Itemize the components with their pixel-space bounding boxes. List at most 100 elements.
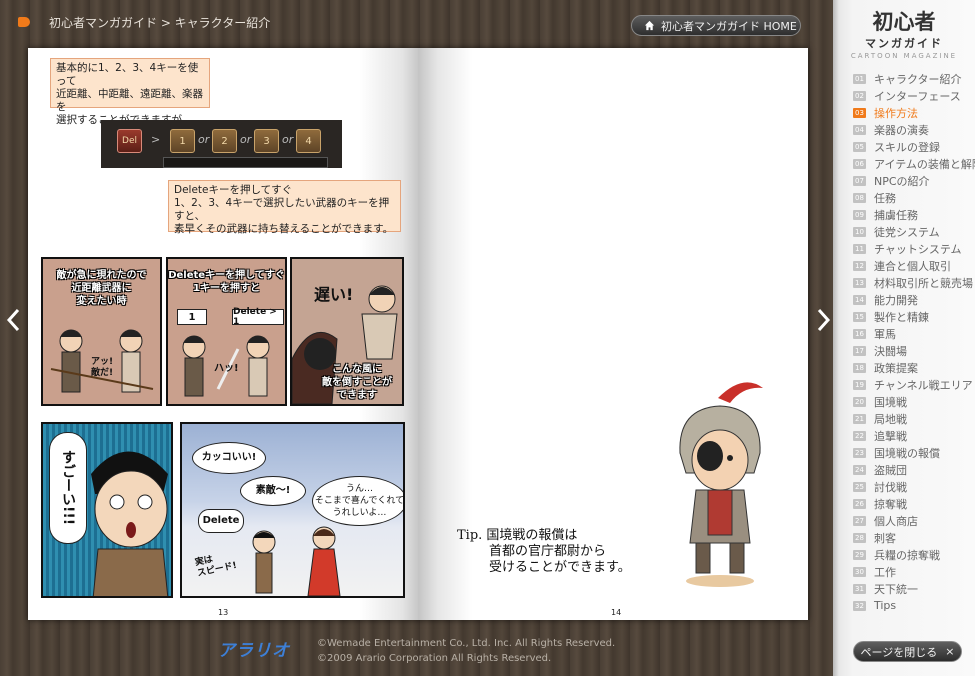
sidebar-item[interactable]: 21 局地戦	[853, 410, 975, 427]
arario-logo: アラリオ	[218, 641, 290, 661]
sidebar-item[interactable]: 01 キャラクター紹介	[853, 70, 975, 87]
copyright-line: ©2009 Arario Corporation All Rights Rese…	[317, 653, 552, 664]
sidebar-item[interactable]: 32 Tips	[853, 597, 975, 614]
page-number: 14	[611, 608, 622, 617]
chapter-number-badge: 16	[853, 328, 866, 339]
sidebar-item[interactable]: 16 軍馬	[853, 325, 975, 342]
sidebar-item[interactable]: 13 材料取引所と競売場	[853, 274, 975, 291]
sidebar-item[interactable]: 24 盗賊団	[853, 461, 975, 478]
chapter-number-badge: 22	[853, 430, 866, 441]
sidebar-item[interactable]: 03 操作方法	[853, 104, 975, 121]
sidebar-item-label: 個人商店	[874, 514, 918, 528]
chapter-number-badge: 23	[853, 447, 866, 458]
comic-panel-1: 敵が急に現れたので 近距離武器に 変えたい時 アッ! 敵だ!	[41, 257, 162, 406]
sidebar-item[interactable]: 10 徒党システム	[853, 223, 975, 240]
sidebar-item-label: 刺客	[874, 531, 896, 545]
sidebar-item-label: 兵糧の掠奪戦	[874, 548, 940, 562]
sidebar-item-label: 徒党システム	[874, 225, 940, 239]
left-page: 基本的に1、2、3、4キーを使って 近距離、中距離、遠距離、楽器を 選択すること…	[28, 48, 418, 620]
sidebar-item[interactable]: 28 刺客	[853, 529, 975, 546]
chapter-number-badge: 07	[853, 175, 866, 186]
chapter-number-badge: 12	[853, 260, 866, 271]
home-button-label: 初心者マンガガイド HOME	[661, 19, 797, 33]
prev-page-button[interactable]	[3, 305, 23, 335]
close-page-button-label: ページを閉じる	[860, 645, 938, 659]
chapter-number-badge: 25	[853, 481, 866, 492]
sidebar-item[interactable]: 29 兵糧の掠奪戦	[853, 546, 975, 563]
sidebar-item[interactable]: 26 掠奪戦	[853, 495, 975, 512]
close-page-button[interactable]: ページを閉じる ×	[853, 641, 962, 662]
sidebar-item[interactable]: 27 個人商店	[853, 512, 975, 529]
key-tag: Delete > 1	[232, 307, 284, 327]
sidebar-item-label: 工作	[874, 565, 896, 579]
comic-panel-4: すごーい!!!	[41, 422, 173, 598]
home-button[interactable]: 初心者マンガガイド HOME	[631, 15, 801, 36]
chapter-number-badge: 14	[853, 294, 866, 305]
chapter-number-badge: 19	[853, 379, 866, 390]
tip-line: Tip. 国境戦の報償は	[457, 528, 578, 543]
sidebar-item-label: 捕虜任務	[874, 208, 918, 222]
sidebar-item[interactable]: 11 チャットシステム	[853, 240, 975, 257]
key-1: 1	[170, 129, 195, 153]
next-page-button[interactable]	[814, 305, 834, 335]
chapter-number-badge: 10	[853, 226, 866, 237]
sound-effect: ハッ!	[214, 363, 239, 374]
speech-bubble: カッコいい!	[192, 442, 266, 474]
chapter-number-badge: 27	[853, 515, 866, 526]
sidebar-item-label: 国境戦の報償	[874, 446, 940, 460]
chapter-number-badge: 18	[853, 362, 866, 373]
panel-caption: 敵が急に現れたので 近距離武器に 変えたい時	[43, 269, 160, 308]
chapter-number-badge: 01	[853, 73, 866, 84]
sidebar-item[interactable]: 08 任務	[853, 189, 975, 206]
comic-panel-3: 遅い! こんな風に 敵を倒すことが できます	[290, 257, 404, 406]
caption-line: Deleteキーを押してすぐ	[168, 270, 285, 281]
note-line: 1、2、3、4キーで選択したい武器のキーを押すと、	[174, 197, 390, 222]
key-or: or	[198, 133, 210, 146]
key-separator: >	[151, 133, 161, 146]
comic-panel-2: Deleteキーを押してすぐ 1キーを押すと 1 Delete > 1 ハッ!	[166, 257, 287, 406]
key-del: Del	[117, 129, 142, 153]
key-2: 2	[212, 129, 237, 153]
sidebar-item-label: インターフェース	[874, 89, 961, 103]
chapter-number-badge: 31	[853, 583, 866, 594]
chapter-number-badge: 15	[853, 311, 866, 322]
sidebar-item[interactable]: 12 連合と個人取引	[853, 257, 975, 274]
comic-panel-5: カッコいい! 素敵〜! Delete うん… そこまで喜んでくれて うれしいよ……	[180, 422, 405, 598]
sidebar-item[interactable]: 09 捕虜任務	[853, 206, 975, 223]
sidebar-item[interactable]: 23 国境戦の報償	[853, 444, 975, 461]
note-line: 近距離、中距離、遠距離、楽器を	[56, 88, 203, 113]
table-of-contents-sidebar: 初心者 マンガガイド CARTOON MAGAZINE 01 キャラクター紹介 02…	[833, 0, 975, 676]
sidebar-item[interactable]: 31 天下統一	[853, 580, 975, 597]
sidebar-item[interactable]: 19 チャンネル戦エリア	[853, 376, 975, 393]
sidebar-item[interactable]: 05 スキルの登録	[853, 138, 975, 155]
sidebar-item[interactable]: 25 討伐戦	[853, 478, 975, 495]
sidebar-item[interactable]: 15 製作と精錬	[853, 308, 975, 325]
key-or: or	[282, 133, 294, 146]
skill-bar	[163, 157, 328, 168]
sidebar-item[interactable]: 07 NPCの紹介	[853, 172, 975, 189]
sidebar-item[interactable]: 17 決闘場	[853, 342, 975, 359]
note-line: 基本的に1、2、3、4キーを使って	[56, 62, 199, 87]
sidebar-item[interactable]: 06 アイテムの装備と解除	[853, 155, 975, 172]
sidebar-item[interactable]: 20 国境戦	[853, 393, 975, 410]
speech-bubble: Delete	[198, 509, 244, 533]
sidebar-item[interactable]: 14 能力開発	[853, 291, 975, 308]
chapter-number-badge: 03	[853, 107, 866, 118]
sidebar-item[interactable]: 02 インターフェース	[853, 87, 975, 104]
chapter-number-badge: 02	[853, 90, 866, 101]
breadcrumb-arrow-icon	[18, 17, 30, 27]
sidebar-subtitle: マンガガイド	[865, 37, 943, 50]
caption-line: 敵を倒すことが	[322, 377, 392, 388]
armored-character-illustration	[679, 382, 763, 587]
sidebar-item[interactable]: 30 工作	[853, 563, 975, 580]
chevron-left-icon	[6, 308, 20, 332]
sidebar-item-label: NPCの紹介	[874, 174, 930, 188]
note-line: 素早くその武器に持ち替えることができます。	[174, 223, 394, 235]
chapter-number-badge: 06	[853, 158, 866, 169]
sidebar-item-label: チャンネル戦エリア	[874, 378, 973, 392]
sidebar-item[interactable]: 04 楽器の演奏	[853, 121, 975, 138]
page-number: 13	[218, 608, 229, 617]
sidebar-item[interactable]: 22 追撃戦	[853, 427, 975, 444]
chapter-number-badge: 24	[853, 464, 866, 475]
sidebar-item[interactable]: 18 政策提案	[853, 359, 975, 376]
